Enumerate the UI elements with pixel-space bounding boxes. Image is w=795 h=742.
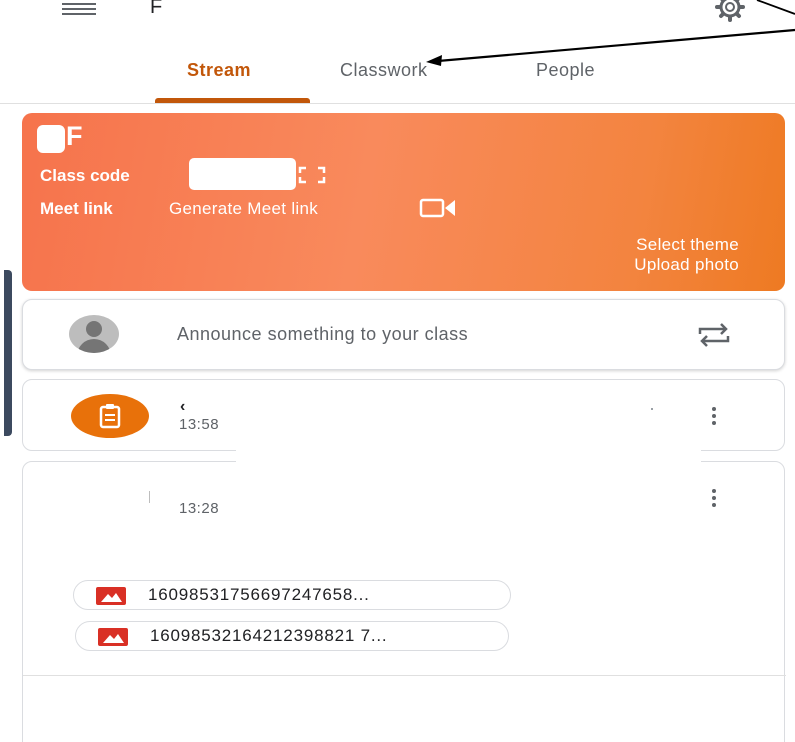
post-title: ‹ — [180, 398, 186, 415]
user-avatar — [69, 315, 119, 353]
announce-placeholder[interactable]: Announce something to your class — [177, 324, 468, 345]
class-title: F — [150, 0, 163, 18]
tab-divider — [0, 103, 795, 104]
attachment-name: 16098531756697247658... — [148, 585, 370, 604]
left-edge-handle — [4, 270, 12, 436]
assignment-icon — [99, 404, 121, 429]
attachment-chip[interactable]: 16098531756697247658... — [73, 580, 511, 610]
gear-icon[interactable] — [711, 0, 749, 22]
banner-title: F — [66, 121, 83, 151]
meet-link-label: Meet link — [40, 199, 113, 218]
repost-icon[interactable] — [696, 322, 732, 348]
class-avatar — [37, 125, 65, 153]
post-mark — [651, 408, 653, 410]
image-icon — [98, 628, 128, 646]
post-mark — [149, 491, 150, 503]
class-code-label: Class code — [40, 166, 130, 185]
generate-meet-link[interactable]: Generate Meet link — [169, 199, 318, 219]
class-code-value — [189, 158, 296, 190]
more-options-icon[interactable] — [707, 405, 721, 427]
select-theme-link[interactable]: Select theme — [636, 235, 739, 255]
announce-card[interactable]: Announce something to your class — [22, 299, 785, 370]
upload-photo-link[interactable]: Upload photo — [634, 255, 739, 275]
post-time: 13:58 — [179, 416, 220, 433]
tab-classwork[interactable]: Classwork — [340, 60, 428, 81]
redaction-mask — [236, 445, 701, 463]
video-camera-icon[interactable] — [418, 197, 458, 219]
class-banner: F Class code Meet link Generate Meet lin… — [22, 113, 785, 291]
assignment-badge — [71, 394, 149, 438]
more-options-icon[interactable] — [707, 487, 721, 509]
fullscreen-icon[interactable] — [298, 166, 326, 184]
tab-people[interactable]: People — [536, 60, 595, 81]
attachment-name: 16098532164212398821 7... — [150, 626, 388, 645]
post-divider — [23, 675, 786, 676]
tab-stream[interactable]: Stream — [187, 60, 251, 81]
stream-post[interactable]: 13:28 16098531756697247658... 1609853216… — [22, 461, 786, 742]
post-time: 13:28 — [179, 500, 220, 517]
image-icon — [96, 587, 126, 605]
menu-icon[interactable] — [62, 2, 96, 16]
stream-post[interactable]: ‹ 13:58 — [22, 379, 785, 451]
attachment-chip[interactable]: 16098532164212398821 7... — [75, 621, 509, 651]
